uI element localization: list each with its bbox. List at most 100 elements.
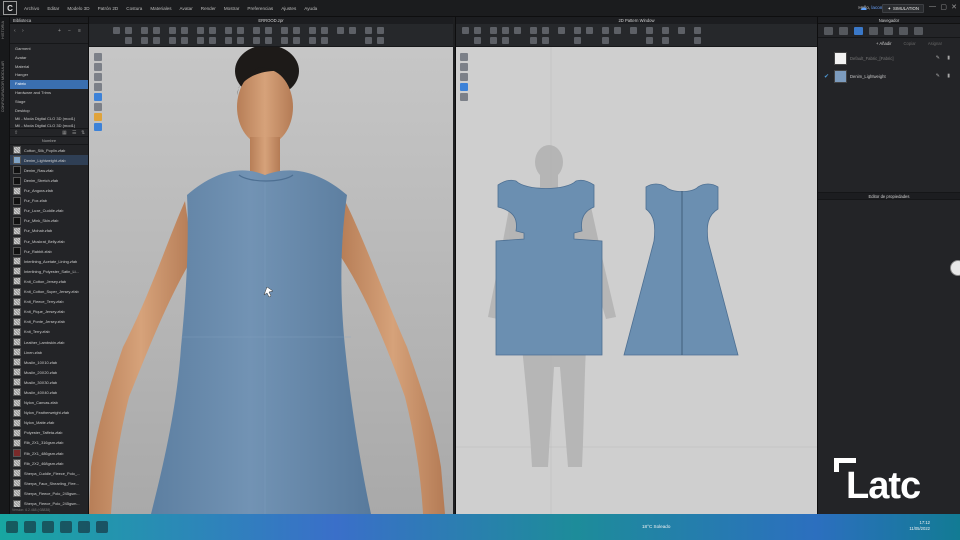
edit-pattern-icon[interactable]: [125, 37, 132, 44]
delete-fabric-icon[interactable]: ▮: [947, 55, 950, 61]
measure-tool-icon[interactable]: [197, 27, 204, 34]
tab-scene-icon[interactable]: [824, 26, 833, 35]
category-stage[interactable]: Stage: [10, 98, 88, 107]
internal-rectangle-icon[interactable]: [530, 37, 537, 44]
file-item[interactable]: Knit_Terry.zfab: [10, 327, 88, 337]
file-item[interactable]: Nylon_Featherweight.zfab: [10, 408, 88, 418]
texture-2d-icon[interactable]: [646, 27, 653, 34]
trace-tool-icon[interactable]: [558, 27, 565, 34]
select-button-2d-icon[interactable]: [694, 37, 701, 44]
edit-texture-2d-icon[interactable]: [646, 37, 653, 44]
select-button-icon[interactable]: [281, 37, 288, 44]
sort-icon[interactable]: ⇅: [81, 130, 85, 136]
topstitch-2d-icon[interactable]: [678, 27, 685, 34]
file-item[interactable]: Knit_Fleece_Terry.zfab: [10, 297, 88, 307]
browser-icon[interactable]: [78, 521, 90, 533]
rectangle-tool-icon[interactable]: [502, 27, 509, 34]
menu-help[interactable]: Ayuda: [300, 6, 321, 11]
forward-icon[interactable]: ›: [22, 28, 24, 34]
line-tool-icon[interactable]: [237, 27, 244, 34]
category-hanger[interactable]: Hanger: [10, 71, 88, 80]
edit-texture-icon[interactable]: [253, 37, 260, 44]
fabric-item-denim[interactable]: ✔ Denim_Lightweight ✎ ▮: [818, 67, 960, 85]
pin-tool-icon[interactable]: [153, 27, 160, 34]
pattern-transform-icon[interactable]: [474, 27, 481, 34]
file-item[interactable]: Rib_2X1_316gsm.zfab: [10, 438, 88, 448]
file-item[interactable]: Sherpa_Cuddle_Fleece_Polo_...: [10, 468, 88, 478]
file-item[interactable]: Fur_Rabbit.zfab: [10, 246, 88, 256]
clo-app-icon[interactable]: [96, 521, 108, 533]
measure-avatar-icon[interactable]: [377, 27, 384, 34]
search-icon[interactable]: [24, 521, 36, 533]
add-point-icon[interactable]: [490, 37, 497, 44]
pucker-tool-icon[interactable]: [321, 27, 328, 34]
explorer-icon[interactable]: [60, 521, 72, 533]
category-desktop[interactable]: Desktop: [10, 107, 88, 116]
file-item[interactable]: Sherpa_Faux_Shearling_Flee...: [10, 478, 88, 488]
tab-history[interactable]: HISTORIA: [1, 21, 5, 39]
graphic-2d-icon[interactable]: [662, 27, 669, 34]
strengthen-icon[interactable]: [169, 37, 176, 44]
internal-circle-icon[interactable]: [542, 37, 549, 44]
menu-sewing[interactable]: Costura: [122, 6, 146, 11]
check-sewing-icon[interactable]: [630, 27, 637, 34]
binding-tool-icon[interactable]: [586, 27, 593, 34]
pin-box-icon[interactable]: [197, 37, 204, 44]
name-column-header[interactable]: Nombre: [10, 137, 88, 146]
file-item[interactable]: Interlining_Polyester_Satin_Li...: [10, 266, 88, 276]
circle-tool-icon[interactable]: [514, 27, 521, 34]
menu-materials[interactable]: Materiales: [146, 6, 175, 11]
file-item[interactable]: Fur_Luxe_Cuddle.zfab: [10, 206, 88, 216]
close-icon[interactable]: ✕: [951, 3, 957, 11]
file-item[interactable]: Denim_Stretch.zfab: [10, 175, 88, 185]
file-item[interactable]: Knit_Ponte_Jersey.zfab: [10, 317, 88, 327]
file-item[interactable]: Knit_Pique_Jersey.zfab: [10, 307, 88, 317]
zipper-tool-icon[interactable]: [293, 27, 300, 34]
file-item[interactable]: Cotton_Silk_Poplin.zfab: [10, 145, 88, 155]
tab-garment-icon[interactable]: [839, 26, 848, 35]
tab-fabric-icon[interactable]: [854, 26, 863, 35]
pose-tool-icon[interactable]: [349, 27, 356, 34]
file-item[interactable]: Leather_Lambskin.zfab: [10, 337, 88, 347]
simulate-tool-icon[interactable]: [141, 27, 148, 34]
start-icon[interactable]: [6, 521, 18, 533]
file-item[interactable]: Linen.zfab: [10, 347, 88, 357]
simulation-mode-badge[interactable]: ✦ SIMULATION: [882, 4, 924, 13]
menu-settings[interactable]: Ajustes: [277, 6, 300, 11]
tack-tool-icon[interactable]: [169, 27, 176, 34]
snapshot-icon[interactable]: [377, 37, 384, 44]
reset-icon[interactable]: [365, 37, 372, 44]
menu-display[interactable]: Mostrar: [220, 6, 244, 11]
file-item[interactable]: Nylon_Canvas.zfab: [10, 398, 88, 408]
delete-fabric-icon[interactable]: ▮: [947, 73, 950, 79]
ruler-tool-icon[interactable]: [209, 27, 216, 34]
file-item[interactable]: Knit_Cotton_Jersey.zfab: [10, 276, 88, 286]
segment-sewing-icon[interactable]: [237, 37, 244, 44]
transform-icon[interactable]: [141, 37, 148, 44]
viewport-3d[interactable]: ERROOD.zpr: [89, 17, 453, 514]
pattern-select-icon[interactable]: [462, 27, 469, 34]
button-tool-icon[interactable]: [281, 27, 288, 34]
file-item[interactable]: Fur_Mink_Skin.zfab: [10, 216, 88, 226]
file-item[interactable]: Polyester_Taffeta.zfab: [10, 428, 88, 438]
category-custom-1[interactable]: Mil - Moda Digital CLO 3D (mod1): [10, 115, 88, 124]
copy-fabric-button[interactable]: Copiar: [903, 41, 915, 46]
edit-fabric-icon[interactable]: ✎: [936, 73, 940, 79]
weather-widget[interactable]: 18°C Soleado: [642, 524, 670, 529]
side-toggle-icon[interactable]: [950, 260, 960, 276]
fabric-item-default[interactable]: Default_Fabric_[Fabric] ✎ ▮: [818, 49, 960, 67]
free-topstitch-icon[interactable]: [309, 37, 316, 44]
file-item[interactable]: Knit_Cotton_Super_Jersey.zfab: [10, 286, 88, 296]
minimize-icon[interactable]: —: [929, 3, 936, 10]
up-folder-icon[interactable]: ⇧: [14, 130, 18, 136]
edit-fabric-icon[interactable]: ✎: [936, 55, 940, 61]
maximize-icon[interactable]: ▢: [940, 3, 947, 11]
fold-arrange-icon[interactable]: [153, 37, 160, 44]
file-item[interactable]: Rib_2X1_486gsm.zfab: [10, 448, 88, 458]
category-fabric[interactable]: Fabric: [10, 80, 88, 89]
file-item[interactable]: Fur_Mohair.zfab: [10, 226, 88, 236]
add-fabric-button[interactable]: + Añadir: [876, 41, 891, 46]
tab-zipper-icon[interactable]: [899, 26, 908, 35]
transform-graphic-icon[interactable]: [265, 37, 272, 44]
freeze-icon[interactable]: [181, 37, 188, 44]
